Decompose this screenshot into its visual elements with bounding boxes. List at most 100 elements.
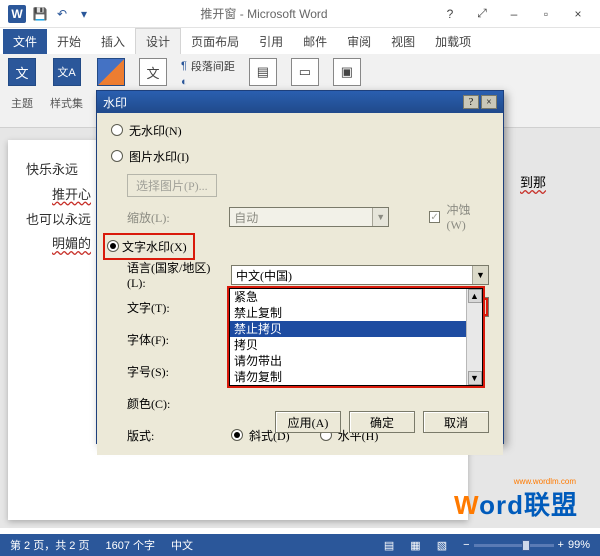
watermark-icon: ▤ <box>249 58 277 86</box>
tab-file[interactable]: 文件 <box>3 29 47 54</box>
apply-button[interactable]: 应用(A) <box>275 411 341 433</box>
ribbon-tabs: 文件 开始 插入 设计 页面布局 引用 邮件 审阅 视图 加载项 <box>0 28 600 54</box>
tab-addins[interactable]: 加载项 <box>425 29 481 54</box>
pagecolor-icon: ▭ <box>291 58 319 86</box>
select-picture-button: 选择图片(P)... <box>127 174 217 197</box>
styleset-icon: 文A <box>53 58 81 86</box>
color-label: 颜色(C): <box>127 395 225 412</box>
colors-icon <box>97 58 125 86</box>
dialog-help-icon[interactable]: ? <box>463 95 479 109</box>
view-web-icon[interactable]: ▧ <box>437 539 447 552</box>
scale-row: 缩放(L): 自动 ▼ ✓ 冲蚀(W) <box>127 205 489 229</box>
zoom-out-icon[interactable]: − <box>463 539 469 551</box>
group-themes[interactable]: 文 主题 <box>8 58 36 111</box>
zoom-thumb[interactable] <box>522 540 530 551</box>
tab-references[interactable]: 引用 <box>249 29 293 54</box>
doc-frag-right: 到那 <box>520 172 546 191</box>
para-spacing-icon: ¶ <box>181 60 187 72</box>
minimize-icon[interactable]: – <box>500 7 528 21</box>
view-readmode-icon[interactable]: ▤ <box>384 539 394 552</box>
status-bar: 第 2 页，共 2 页 1607 个字 中文 ▤ ▦ ▧ − + 99% <box>0 534 600 556</box>
radio-label: 文字水印(X) <box>122 240 187 254</box>
font-label: 字体(F): <box>127 331 225 348</box>
dropdown-item[interactable]: 请勿带出 <box>230 353 466 369</box>
dropdown-item[interactable]: 禁止复制 <box>230 305 466 321</box>
radio-icon[interactable] <box>231 429 243 441</box>
radio-icon <box>111 150 123 162</box>
text-dropdown-list[interactable]: 紧急 禁止复制 禁止拷贝 拷贝 请勿带出 请勿复制 ▲ ▼ <box>227 286 485 388</box>
radio-picture-watermark[interactable]: 图片水印(I) <box>111 147 489 165</box>
language-select[interactable]: 中文(中国) ▼ <box>231 265 489 285</box>
zoom-in-icon[interactable]: + <box>558 539 564 551</box>
chevron-down-icon: ▼ <box>372 208 388 226</box>
border-icon: ▣ <box>333 58 361 86</box>
tab-design[interactable]: 设计 <box>135 28 181 54</box>
zoom-control[interactable]: − + 99% <box>463 539 590 551</box>
scroll-down-icon[interactable]: ▼ <box>468 371 482 385</box>
fonts-icon: 文 <box>139 58 167 86</box>
close-icon[interactable]: × <box>564 7 592 21</box>
group-styleset[interactable]: 文A 样式集 <box>50 58 83 111</box>
dropdown-item[interactable]: 禁止拷贝 <box>230 321 466 337</box>
zoom-value[interactable]: 99% <box>568 539 590 551</box>
brand-url: www.wordlm.com <box>514 477 576 486</box>
tab-home[interactable]: 开始 <box>47 29 91 54</box>
zoom-slider[interactable] <box>474 544 554 547</box>
effects-icon: ◐ <box>181 76 188 88</box>
status-words[interactable]: 1607 个字 <box>105 537 155 553</box>
tab-view[interactable]: 视图 <box>381 29 425 54</box>
radio-label: 无水印(N) <box>129 122 182 139</box>
window-title: 推开窗 - Microsoft Word <box>98 5 430 22</box>
chevron-down-icon[interactable]: ▼ <box>472 266 488 284</box>
radio-no-watermark[interactable]: 无水印(N) <box>111 121 489 139</box>
window-controls: ? ⤢ – ▫ × <box>436 6 592 21</box>
brand-logo: www.wordlm.com Word联盟 <box>454 485 578 522</box>
scale-label: 缩放(L): <box>127 209 223 226</box>
themes-label: 主题 <box>11 95 33 111</box>
radio-icon <box>107 240 119 252</box>
undo-icon[interactable]: ↶ <box>54 6 70 22</box>
ribbon-collapse-icon[interactable]: ⤢ <box>468 6 496 21</box>
tab-insert[interactable]: 插入 <box>91 29 135 54</box>
tab-review[interactable]: 审阅 <box>337 29 381 54</box>
cancel-button[interactable]: 取消 <box>423 411 489 433</box>
dialog-body: 无水印(N) 图片水印(I) 选择图片(P)... 缩放(L): 自动 ▼ ✓ … <box>97 113 503 455</box>
layout-label: 版式: <box>127 427 225 444</box>
tab-mailings[interactable]: 邮件 <box>293 29 337 54</box>
ok-button[interactable]: 确定 <box>349 411 415 433</box>
word-app-icon: W <box>8 5 26 23</box>
qat-more-icon[interactable]: ▾ <box>76 6 92 22</box>
language-label: 语言(国家/地区)(L): <box>127 259 225 291</box>
help-icon[interactable]: ? <box>436 7 464 21</box>
dialog-close-icon[interactable]: × <box>481 95 497 109</box>
radio-text-watermark[interactable]: 文字水印(X) <box>107 237 489 255</box>
scale-value: 自动 <box>234 209 258 226</box>
select-picture-row: 选择图片(P)... <box>127 173 489 197</box>
text-label: 文字(T): <box>127 299 225 316</box>
language-value: 中文(中国) <box>236 267 292 284</box>
themes-icon: 文 <box>8 58 36 86</box>
language-row: 语言(国家/地区)(L): 中文(中国) ▼ <box>127 263 489 287</box>
dropdown-scrollbar[interactable]: ▲ ▼ <box>466 289 482 385</box>
app-titlebar: W 💾 ↶ ▾ 推开窗 - Microsoft Word ? ⤢ – ▫ × <box>0 0 600 28</box>
dialog-buttons: 应用(A) 确定 取消 <box>275 411 489 433</box>
size-label: 字号(S): <box>127 363 225 380</box>
scroll-up-icon[interactable]: ▲ <box>468 289 482 303</box>
status-lang[interactable]: 中文 <box>171 537 193 553</box>
scale-select: 自动 ▼ <box>229 207 389 227</box>
dropdown-items: 紧急 禁止复制 禁止拷贝 拷贝 请勿带出 请勿复制 <box>230 289 466 385</box>
dialog-title: 水印 <box>103 94 127 111</box>
tab-layout[interactable]: 页面布局 <box>181 29 249 54</box>
dropdown-item[interactable]: 请勿复制 <box>230 369 466 385</box>
status-page[interactable]: 第 2 页，共 2 页 <box>10 537 89 553</box>
radio-label: 图片水印(I) <box>129 148 189 165</box>
radio-icon <box>111 124 123 136</box>
view-print-icon[interactable]: ▦ <box>410 539 420 552</box>
save-icon[interactable]: 💾 <box>32 6 48 22</box>
dialog-titlebar[interactable]: 水印 ? × <box>97 91 503 113</box>
watermark-dialog: 水印 ? × 无水印(N) 图片水印(I) 选择图片(P)... 缩放(L): … <box>96 90 504 444</box>
restore-icon[interactable]: ▫ <box>532 7 560 21</box>
washout-checkbox: ✓ <box>429 211 441 223</box>
dropdown-item[interactable]: 紧急 <box>230 289 466 305</box>
dropdown-item[interactable]: 拷贝 <box>230 337 466 353</box>
